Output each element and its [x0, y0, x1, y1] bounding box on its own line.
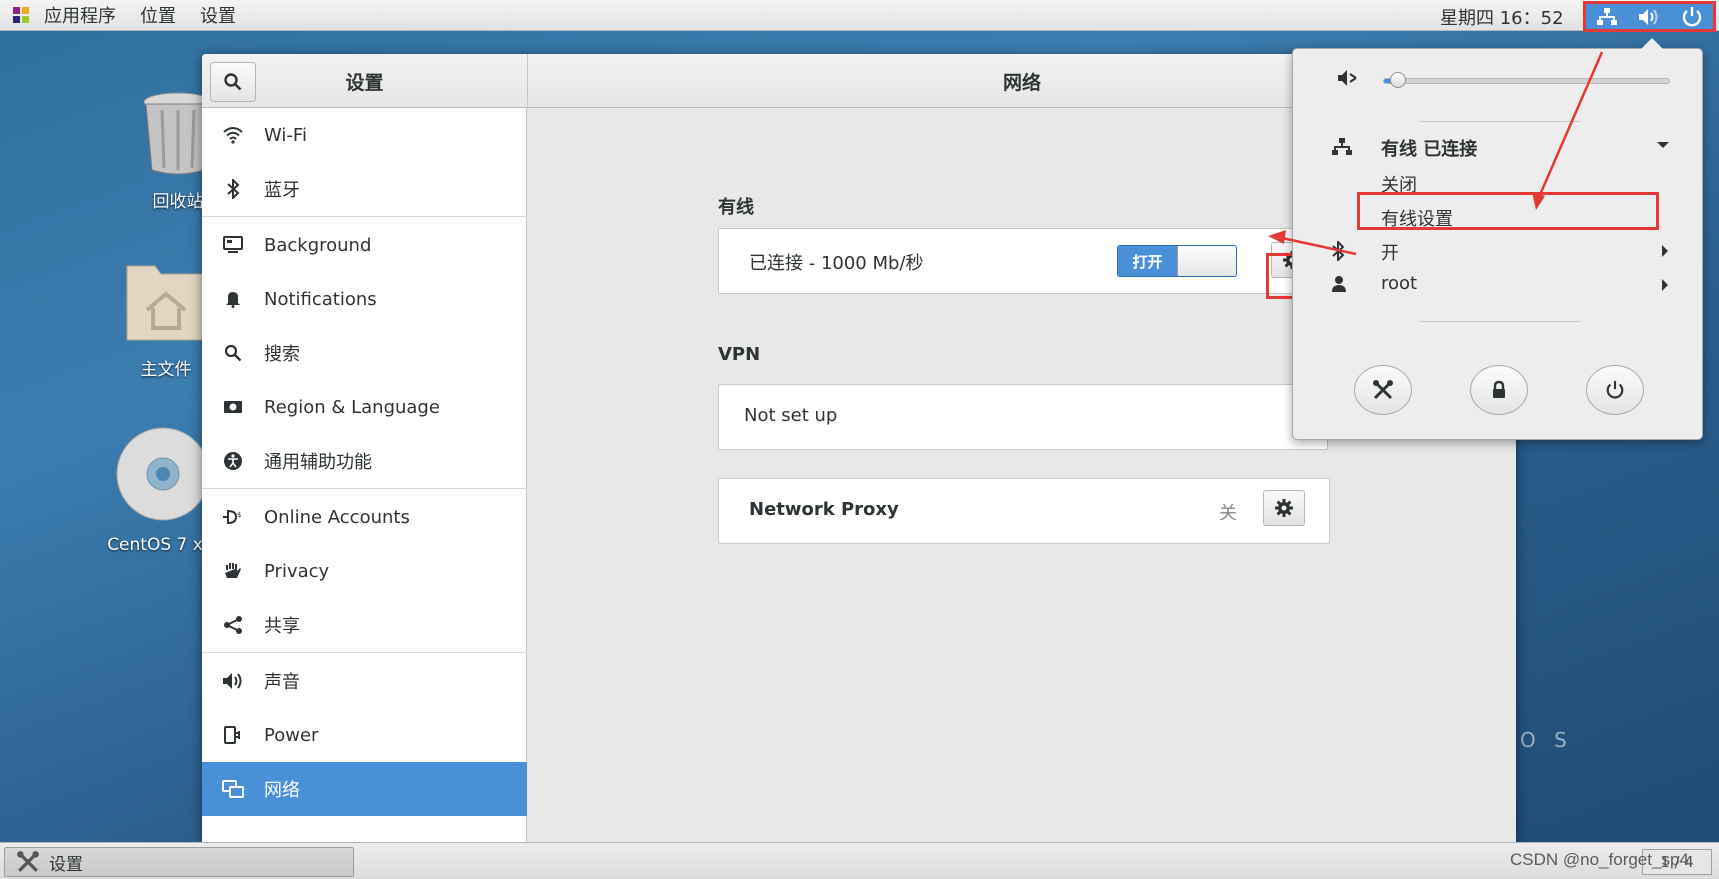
annotation-arrows — [1268, 51, 1604, 256]
taskbar-settings-label: 设置 — [49, 854, 83, 875]
tools-icon — [17, 851, 39, 872]
bottom-taskbar: 设置 1 / 4 — [0, 842, 1719, 879]
taskbar-settings-button[interactable]: 设置 — [4, 847, 354, 877]
watermark: CSDN @no_forget_sp4 — [1510, 850, 1689, 869]
